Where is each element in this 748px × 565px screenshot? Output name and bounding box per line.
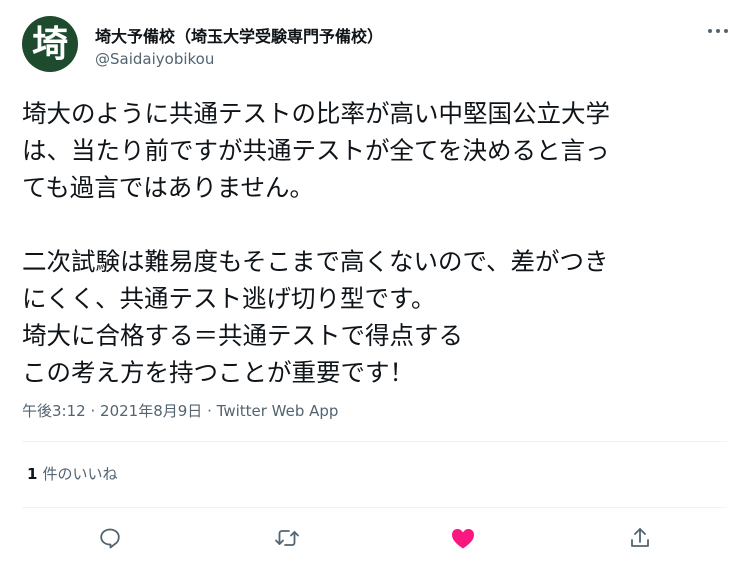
avatar[interactable]: 埼 [22, 16, 78, 72]
like-button[interactable] [449, 524, 477, 552]
retweet-icon [275, 530, 299, 546]
reply-icon [100, 528, 120, 549]
tweet-source[interactable]: Twitter Web App [217, 402, 339, 420]
tweet-text-line: 埼大のように共通テストの比率が高い中堅国公立大学 [22, 99, 610, 128]
like-count: 1 [27, 465, 38, 483]
divider [22, 507, 727, 508]
tweet-time[interactable]: 午後3:12 [22, 402, 86, 420]
more-options-button[interactable] [704, 20, 732, 42]
tweet-date[interactable]: 2021年8月9日 [100, 402, 202, 420]
display-name[interactable]: 埼大予備校（埼玉大学受験専門予備校） [95, 23, 383, 47]
retweet-button[interactable] [273, 524, 301, 552]
tweet-text: 埼大のように共通テストの比率が高い中堅国公立大学 は、当たり前ですが共通テストが… [22, 95, 727, 391]
meta-separator: · [90, 402, 96, 420]
tweet-text-line: 二次試験は難易度もそこまで高くないので、差がつき [22, 247, 609, 276]
divider [22, 441, 727, 442]
tweet-text-line: ても過言ではありません。 [22, 173, 315, 202]
like-label: 件のいいね [42, 465, 118, 483]
tweet-card: 埼 埼大予備校（埼玉大学受験専門予備校） @Saidaiyobikou 埼大のよ… [0, 0, 748, 565]
meta-separator: · [207, 402, 212, 420]
reply-button[interactable] [96, 524, 124, 552]
likes-summary[interactable]: 1 件のいいね [27, 463, 117, 484]
tweet-text-line: は、当たり前ですが共通テストが全てを決めると言っ [22, 136, 610, 165]
avatar-glyph: 埼 [31, 23, 68, 65]
share-button[interactable] [626, 524, 654, 552]
heart-icon [452, 529, 474, 549]
user-handle[interactable]: @Saidaiyobikou [95, 50, 214, 68]
more-dots-icon [708, 29, 728, 33]
share-icon [631, 528, 649, 547]
tweet-meta: 午後3:12 · 2021年8月9日 · Twitter Web App [22, 400, 338, 421]
tweet-text-line: この考え方を持つことが重要です！ [22, 358, 414, 387]
tweet-text-line [22, 206, 727, 243]
tweet-text-line: にくく、共通テスト逃げ切り型です。 [22, 284, 436, 313]
tweet-text-line: 埼大に合格する＝共通テストで得点する [22, 321, 463, 350]
